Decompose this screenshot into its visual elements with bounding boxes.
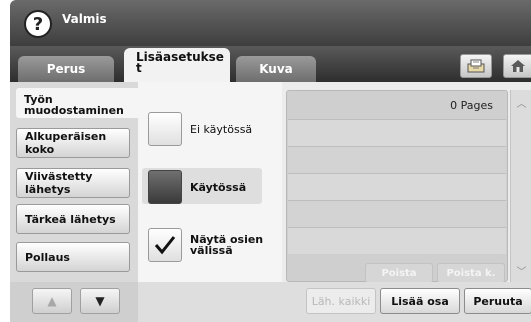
main-area: Työn muodostaminen Alkuperäisen koko Vii… bbox=[10, 82, 531, 322]
triangle-down-icon: ▼ bbox=[95, 294, 105, 308]
checkbox[interactable] bbox=[148, 228, 182, 262]
tab-label: Perus bbox=[46, 62, 86, 76]
list-item[interactable] bbox=[288, 227, 506, 254]
triangle-up-icon: ▲ bbox=[47, 294, 57, 308]
sidebar-item-label: Alkuperäisen koko bbox=[25, 130, 107, 156]
sidebar-item-label: Viivästetty lähetys bbox=[25, 170, 93, 196]
option-kaytossa[interactable]: Käytössä bbox=[148, 170, 246, 204]
cancel-label: Peruuta bbox=[473, 294, 523, 308]
checkmark-icon bbox=[154, 236, 176, 255]
pages-panel: 0 Pages Poista Poista k. bbox=[286, 90, 508, 283]
chevron-up-icon[interactable]: ︿ bbox=[511, 92, 531, 112]
radio-box-selected[interactable] bbox=[148, 170, 182, 204]
sidebar-item-label: Pollaus bbox=[25, 250, 70, 264]
page-list[interactable] bbox=[288, 119, 506, 259]
home-button[interactable] bbox=[503, 54, 531, 78]
screen: ? Valmis Perus Lisäasetukse t Kuva Työn … bbox=[0, 0, 531, 322]
scroll-down-button[interactable]: ▼ bbox=[80, 288, 120, 314]
add-part-label: Lisää osa bbox=[391, 294, 449, 308]
tab-label: Kuva bbox=[259, 62, 293, 76]
pages-scrollbar[interactable]: ︿ ﹀ bbox=[510, 90, 531, 282]
option-label: Näytä osien välissä bbox=[190, 233, 264, 257]
tab-label: Lisäasetukse t bbox=[136, 50, 224, 75]
option-nayta-osien-valissa[interactable]: Näytä osien välissä bbox=[148, 228, 263, 262]
list-item[interactable] bbox=[288, 146, 506, 173]
delete-label: Poista bbox=[381, 267, 417, 279]
sidebar-item-label: Työn muodostaminen bbox=[24, 93, 124, 117]
option-label: Ei käytössä bbox=[190, 122, 253, 136]
sidebar-item-tarkea-lahetys[interactable]: Tärkeä lähetys bbox=[16, 204, 130, 234]
send-all-button[interactable]: Läh. kaikki bbox=[306, 288, 376, 314]
options-panel: Ei käytössä Käytössä Näytä osien välissä bbox=[138, 82, 282, 282]
sidebar: Työn muodostaminen Alkuperäisen koko Vii… bbox=[10, 82, 138, 322]
printer-tray-icon bbox=[467, 59, 485, 73]
list-item[interactable] bbox=[288, 200, 506, 227]
sidebar-item-alkuperaisen-koko[interactable]: Alkuperäisen koko bbox=[16, 128, 130, 158]
status-text: Valmis bbox=[62, 12, 107, 26]
option-ei-kaytossa[interactable]: Ei käytössä bbox=[148, 112, 252, 146]
tab-bar: Perus Lisäasetukse t Kuva bbox=[10, 46, 531, 82]
home-icon bbox=[510, 60, 525, 72]
list-item[interactable] bbox=[288, 119, 506, 146]
sidebar-item-label: Tärkeä lähetys bbox=[25, 212, 116, 226]
list-item[interactable] bbox=[288, 173, 506, 200]
tab-perus[interactable]: Perus bbox=[18, 56, 114, 82]
delete-button[interactable]: Poista bbox=[365, 263, 433, 283]
sidebar-item-viivastetty-lahetys[interactable]: Viivästetty lähetys bbox=[16, 168, 130, 198]
chevron-down-icon[interactable]: ﹀ bbox=[511, 260, 531, 280]
printer-tray-button[interactable] bbox=[460, 54, 492, 78]
tab-lisaasetukset[interactable]: Lisäasetukse t bbox=[124, 48, 230, 82]
footer-bar: Läh. kaikki Lisää osa Peruuta bbox=[138, 282, 531, 322]
tab-kuva[interactable]: Kuva bbox=[236, 56, 316, 82]
sidebar-item-tyon-muodostaminen[interactable]: Työn muodostaminen bbox=[16, 88, 138, 118]
sidebar-nav: ▲ ▼ bbox=[10, 282, 138, 322]
add-part-button[interactable]: Lisää osa bbox=[380, 288, 460, 314]
scroll-up-button[interactable]: ▲ bbox=[32, 288, 72, 314]
delete-all-label: Poista k. bbox=[446, 267, 496, 279]
help-glyph: ? bbox=[32, 13, 44, 35]
radio-box[interactable] bbox=[148, 112, 182, 146]
delete-all-button[interactable]: Poista k. bbox=[437, 263, 505, 283]
sidebar-item-pollaus[interactable]: Pollaus bbox=[16, 242, 130, 272]
option-label: Käytössä bbox=[190, 180, 247, 194]
cancel-button[interactable]: Peruuta bbox=[464, 288, 531, 314]
help-question-icon[interactable]: ? bbox=[24, 10, 52, 38]
pages-count: 0 Pages bbox=[450, 99, 493, 112]
status-header: ? Valmis bbox=[10, 0, 531, 46]
send-all-label: Läh. kaikki bbox=[311, 294, 371, 308]
